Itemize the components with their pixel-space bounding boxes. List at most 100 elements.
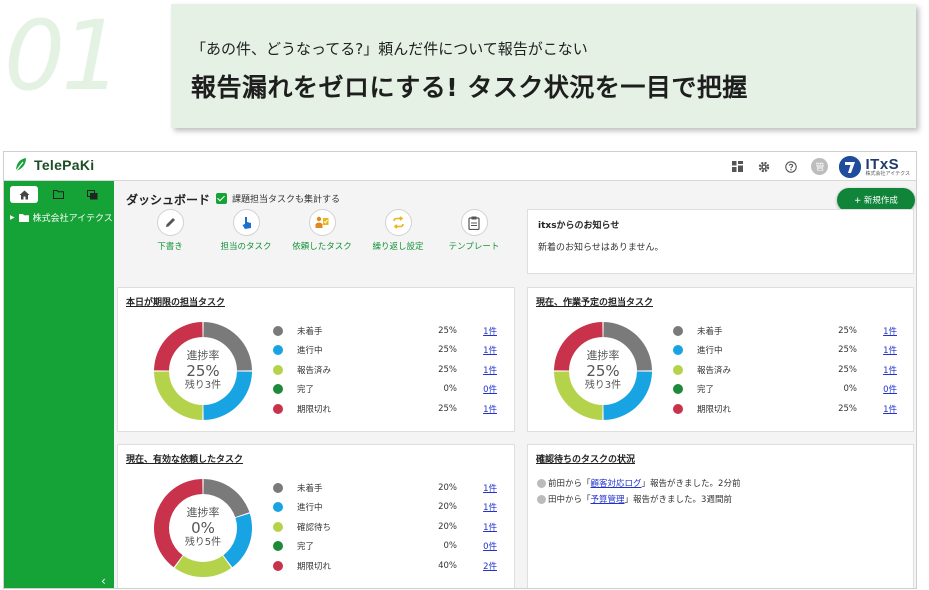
avatar: [537, 494, 546, 504]
collapse-sidebar-button[interactable]: ‹: [101, 574, 106, 588]
status-count-link[interactable]: 2件: [457, 560, 497, 572]
quick-action-templates[interactable]: テンプレート: [436, 209, 512, 252]
repeat-icon: [392, 216, 404, 229]
status-percent: 20%: [438, 521, 457, 532]
status-count-link[interactable]: 1件: [457, 364, 497, 376]
donut-center: 進捗率 25% 残り3件: [153, 321, 253, 421]
donut-percent: 25%: [186, 361, 220, 380]
status-count-link[interactable]: 1件: [457, 521, 497, 533]
donut-remaining: 残り3件: [584, 380, 622, 392]
status-count-link[interactable]: 0件: [857, 383, 897, 395]
status-count-link[interactable]: 1件: [857, 403, 897, 415]
app-logo[interactable]: TelePaKi: [14, 157, 95, 173]
report-suffix: 」報告がきました。3週間前: [624, 495, 732, 505]
status-count-link[interactable]: 0件: [457, 383, 497, 395]
aggregate-toggle[interactable]: 課題担当タスクも集計する: [216, 192, 340, 205]
status-dot: [273, 403, 283, 414]
legend-row: 報告済み 25% 1件: [268, 360, 508, 380]
status-count-link[interactable]: 0件: [457, 540, 497, 552]
status-count-link[interactable]: 1件: [457, 403, 497, 415]
user-avatar[interactable]: 管: [811, 158, 829, 175]
panel-title[interactable]: 本日が期限の担当タスク: [126, 295, 225, 308]
list-item: 前田から「 顧客対応ログ 」報告がきました。2分前: [537, 475, 740, 491]
quick-action-label: テンプレート: [448, 242, 500, 252]
folder-icon: [18, 213, 29, 222]
quick-action-repeat-settings[interactable]: 繰り返し設定: [360, 209, 436, 252]
folder-icon: [52, 190, 64, 199]
app-window: TelePaKi 管 ITxS 株式会社アイテクス ▶ 株式会社アイテクス ‹ …: [3, 151, 917, 589]
legend-row: 未着手 20% 1件: [268, 478, 508, 498]
status-dot: [273, 541, 283, 552]
status-name: 進行中: [697, 346, 723, 357]
aggregate-label: 課題担当タスクも集計する: [232, 195, 341, 205]
status-name: 未着手: [297, 326, 323, 337]
quick-action-requested-tasks[interactable]: 依頼したタスク: [284, 209, 360, 252]
quick-action-my-tasks[interactable]: 担当のタスク: [208, 209, 284, 252]
expand-caret-icon[interactable]: ▶: [10, 214, 15, 221]
status-percent: 25%: [438, 364, 457, 375]
tree-item-company[interactable]: ▶ 株式会社アイテクス: [10, 211, 113, 224]
aggregate-checkbox[interactable]: [216, 193, 227, 204]
status-count-link[interactable]: 1件: [457, 325, 497, 337]
feature-banner: 「あの件、どうなってる?」頼んだ件について報告がこない 報告漏れをゼロにする! …: [171, 4, 916, 128]
notice-text: 新着のお知らせはありません。: [538, 243, 664, 253]
donut-center: 進捗率 25% 残り3件: [553, 321, 653, 421]
status-dot: [673, 403, 683, 414]
quick-actions: 下書き 担当のタスク 依頼したタスク 繰り返し設定 テンプレート: [132, 209, 512, 252]
legend-row: 完了 0% 0件: [668, 380, 908, 400]
legend-row: 未着手 25% 1件: [268, 321, 508, 341]
task-link[interactable]: 予算管理: [591, 493, 625, 505]
status-dot: [273, 384, 283, 395]
help-icon[interactable]: [784, 160, 798, 174]
quick-action-drafts[interactable]: 下書き: [132, 209, 208, 252]
notice-title: itxsからのお知らせ: [538, 221, 620, 231]
donut-percent: 0%: [191, 518, 215, 537]
gear-icon[interactable]: [757, 160, 771, 174]
banner-headline: 報告漏れをゼロにする! タスク状況を一目で把握: [191, 73, 748, 102]
quick-action-label: 繰り返し設定: [372, 242, 424, 252]
status-dot: [273, 502, 283, 513]
status-name: 未着手: [697, 326, 723, 337]
legend-row: 期限切れ 25% 1件: [268, 399, 508, 419]
folder-tab[interactable]: [44, 186, 72, 203]
status-name: 期限切れ: [697, 404, 732, 415]
copy-tab[interactable]: [78, 186, 106, 203]
status-count-link[interactable]: 1件: [457, 501, 497, 513]
status-name: 未着手: [297, 483, 323, 494]
status-legend: 未着手 25% 1件 進行中 25% 1件 報告済み 25% 1件 完了 0% 0件 期限切れ 2…: [268, 321, 508, 419]
banner-subtitle: 「あの件、どうなってる?」頼んだ件について報告がこない: [191, 40, 588, 58]
status-name: 完了: [297, 542, 315, 553]
status-dot: [273, 521, 283, 532]
status-count-link[interactable]: 1件: [857, 325, 897, 337]
status-name: 進行中: [297, 346, 323, 357]
status-count-link[interactable]: 1件: [857, 344, 897, 356]
status-dot: [673, 364, 683, 375]
legend-row: 未着手 25% 1件: [668, 321, 908, 341]
page: 01 「あの件、どうなってる?」頼んだ件について報告がこない 報告漏れをゼロにす…: [0, 0, 929, 590]
report-suffix: 」報告がきました。2分前: [641, 479, 741, 489]
panel-title[interactable]: 確認待ちのタスクの状況: [536, 452, 635, 465]
legend-row: 報告済み 25% 1件: [668, 360, 908, 380]
panel-title[interactable]: 現在、有効な依頼したタスク: [126, 452, 243, 465]
status-count-link[interactable]: 1件: [457, 344, 497, 356]
status-percent: 0%: [843, 384, 858, 395]
task-link[interactable]: 顧客対応ログ: [591, 477, 642, 489]
status-name: 期限切れ: [297, 404, 332, 415]
panel-title[interactable]: 現在、作業予定の担当タスク: [536, 295, 653, 308]
status-dot: [273, 364, 283, 375]
app-name: TelePaKi: [34, 157, 95, 173]
pencil-icon: [165, 218, 175, 227]
status-dot: [273, 325, 283, 336]
donut-remaining: 残り3件: [184, 380, 222, 392]
status-percent: 40%: [438, 560, 457, 571]
grid-icon[interactable]: [730, 160, 744, 174]
legend-row: 期限切れ 25% 1件: [668, 399, 908, 419]
status-percent: 0%: [443, 541, 458, 552]
status-count-link[interactable]: 1件: [857, 364, 897, 376]
home-tab[interactable]: [10, 186, 38, 203]
quick-action-label: 下書き: [157, 242, 183, 252]
status-count-link[interactable]: 1件: [457, 482, 497, 494]
panel-current-scheduled: 現在、作業予定の担当タスク 進捗率 25% 残り3件 未着手 25% 1件 進行中 2…: [527, 287, 914, 432]
brand-logo-icon: [839, 155, 862, 178]
legend-row: 進行中 20% 1件: [268, 498, 508, 518]
